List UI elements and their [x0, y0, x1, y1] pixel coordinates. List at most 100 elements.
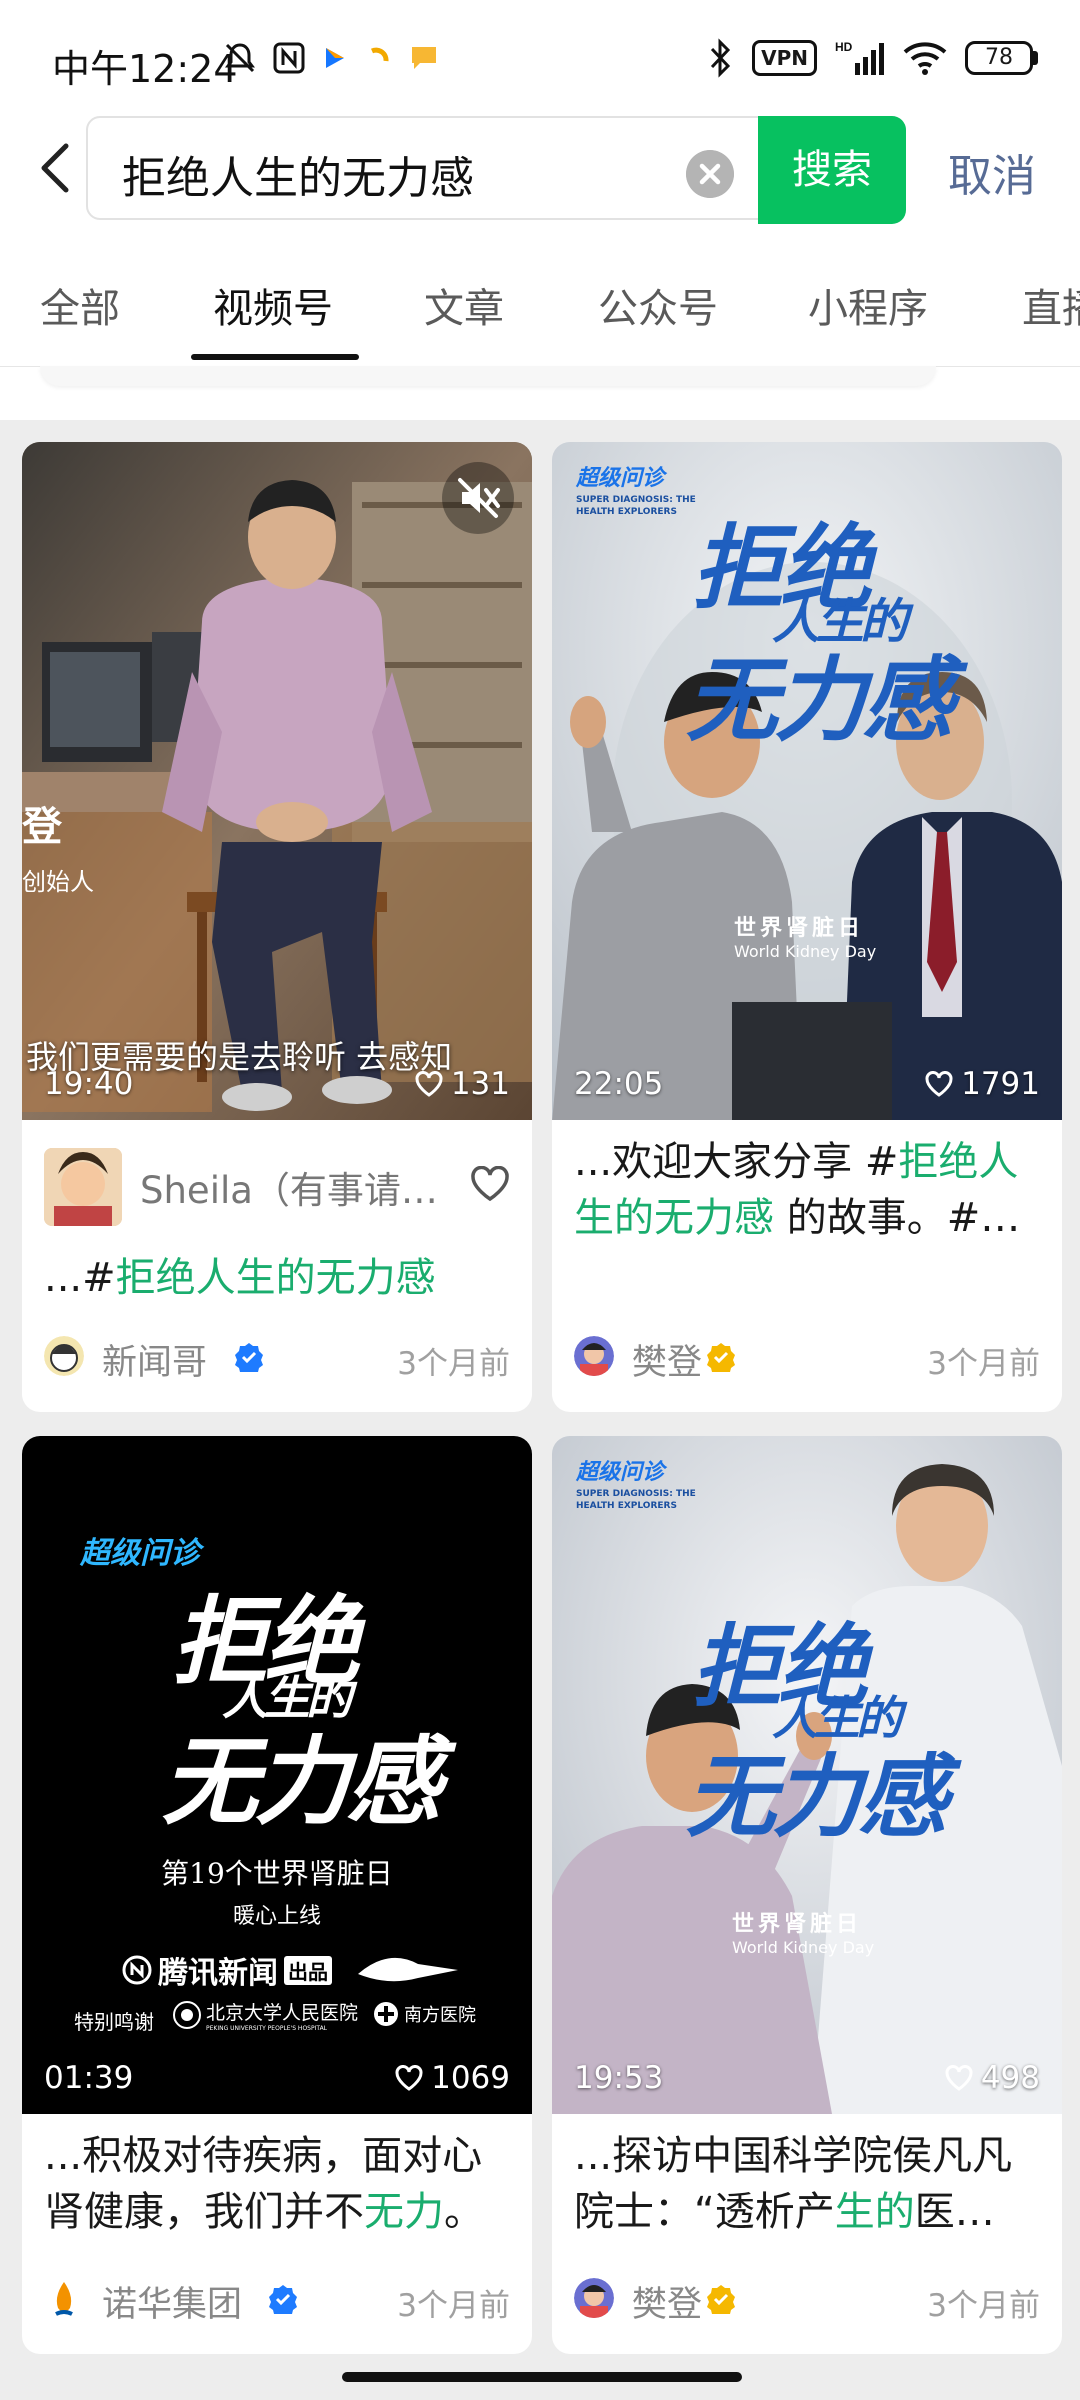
post-time: 3个月前 [397, 2288, 510, 2324]
video-thumbnail[interactable]: 超级问诊 拒绝 人生的 无力感 第19个世界肾脏日 暖心上线 腾讯新闻 出品 特… [22, 1436, 532, 2114]
bell-off-icon [225, 43, 255, 73]
show-logo-subtitle: SUPER DIAGNOSIS: THE HEALTH EXPLORERS [576, 1489, 696, 1511]
previous-result-card-edge [40, 366, 936, 386]
video-description[interactable]: ...探访中国科学院侯凡凡院士：“透析产生的医… [552, 2128, 1062, 2240]
description-text: ...欢迎大家分享 # [574, 1139, 899, 1185]
event-title-en: World Kidney Day [732, 1938, 875, 1957]
tab-official-accounts[interactable]: 公众号 [598, 276, 718, 334]
account-avatar [44, 2278, 84, 2318]
video-thumbnail[interactable]: 超级问诊 SUPER DIAGNOSIS: THE HEALTH EXPLORE… [552, 442, 1062, 1120]
verified-icon [707, 1343, 735, 1372]
account-row[interactable]: 诺华集团 3个月前 [44, 2274, 510, 2325]
tab-channels[interactable]: 视频号 [213, 276, 333, 334]
video-card[interactable]: 登 创始人 我们更需要的是去聆听 去感知 19:40 131 Sheila（有事… [22, 442, 532, 1412]
video-frame [22, 442, 532, 1120]
message-icon [412, 47, 436, 69]
account-row[interactable]: 樊登 3个月前 [574, 1332, 1040, 1383]
clear-icon[interactable] [686, 150, 734, 198]
like-count: 498 [945, 2060, 1040, 2096]
bluetooth-icon [711, 38, 731, 78]
like-count: 1069 [395, 2060, 510, 2096]
hospital-logo: 北京大学人民医院 PEKING UNIVERSITY PEOPLE'S HOSPI… [172, 1998, 358, 2032]
video-card[interactable]: 超级问诊 SUPER DIAGNOSIS: THE HEALTH EXPLORE… [552, 442, 1062, 1412]
heart-icon [415, 1071, 443, 1097]
verified-icon [269, 2285, 297, 2314]
tab-mini-programs[interactable]: 小程序 [808, 276, 928, 334]
account-name: 樊登 [632, 2285, 703, 2325]
search-bar: 拒绝人生的无力感 搜索 取消 [0, 112, 1080, 224]
like-count-value: 1791 [961, 1066, 1040, 1102]
account-row[interactable]: 新闻哥 3个月前 [44, 1332, 510, 1383]
back-arrow-icon[interactable] [34, 140, 84, 196]
show-logo: 超级问诊 [576, 466, 665, 491]
hospital-logo: 南方医院 [372, 2000, 476, 2028]
video-card[interactable]: 超级问诊 SUPER DIAGNOSIS: THE HEALTH EXPLORE… [552, 1436, 1062, 2354]
hospital-name-en: PEKING UNIVERSITY PEOPLE'S HOSPITAL [206, 2025, 328, 2032]
shared-by-row: Sheila（有事请… [22, 1120, 532, 1226]
partner-logo [358, 1957, 458, 1982]
category-tabs: 全部 视频号 文章 公众号 小程序 直播 [0, 258, 1080, 368]
system-icons: VPN HD 78 [708, 38, 1038, 78]
description-keyword: 无力 [364, 2189, 444, 2235]
heart-icon [925, 1071, 953, 1097]
hospital-emblem-icon [173, 2001, 201, 2029]
description-text: 的故事。#… [774, 1195, 1021, 1241]
heart-icon [945, 2065, 973, 2091]
hospital-emblem-icon [374, 2002, 398, 2026]
description-text: 医… [914, 2189, 995, 2235]
video-thumbnail[interactable]: 超级问诊 SUPER DIAGNOSIS: THE HEALTH EXPLORE… [552, 1436, 1062, 2114]
heart-icon[interactable] [470, 1166, 510, 1202]
search-input[interactable]: 拒绝人生的无力感 [122, 142, 474, 206]
app-icon-orange [370, 47, 389, 62]
tencent-news-icon [122, 1955, 152, 1985]
thumbnail-title-line3: 无力感 [686, 647, 954, 754]
home-indicator[interactable] [342, 2372, 742, 2382]
description-keyword: 拒绝人生的无力感 [115, 1255, 436, 1301]
post-time: 3个月前 [927, 1346, 1040, 1382]
heart-icon [395, 2065, 423, 2091]
event-line: 第19个世界肾脏日 [161, 1857, 393, 1890]
account-name: 樊登 [632, 1343, 703, 1383]
account-avatar [574, 2278, 614, 2318]
battery-icon: 78 [965, 41, 1038, 75]
search-button[interactable]: 搜索 [758, 116, 906, 224]
video-description[interactable]: ...欢迎大家分享 #拒绝人生的无力感 的故事。#… [552, 1134, 1062, 1246]
description-keyword: 生的 [834, 2189, 915, 2235]
video-duration: 19:53 [574, 2060, 664, 2096]
event-title-en: World Kidney Day [734, 942, 877, 961]
event-title: 世界肾脏日 [734, 916, 865, 941]
thanks-label: 特别鸣谢 [74, 2010, 154, 2034]
verified-icon [707, 2285, 735, 2314]
account-row[interactable]: 樊登 3个月前 [574, 2274, 1040, 2325]
video-description[interactable]: ...#拒绝人生的无力感 [22, 1250, 532, 1306]
post-time: 3个月前 [397, 1346, 510, 1382]
avatar [44, 1148, 122, 1226]
post-time: 3个月前 [927, 2288, 1040, 2324]
svg-text:HD: HD [835, 40, 853, 54]
video-duration: 19:40 [44, 1066, 134, 1102]
like-count: 1791 [925, 1066, 1040, 1102]
thumbnail-name-text: 登 [22, 804, 62, 850]
tab-live[interactable]: 直播 [1022, 276, 1080, 334]
like-count-value: 131 [450, 1066, 510, 1102]
account-avatar [574, 1336, 614, 1376]
hospital-name: 南方医院 [404, 2005, 476, 2026]
mute-icon[interactable] [442, 462, 514, 534]
tab-articles[interactable]: 文章 [424, 276, 504, 334]
notification-icons [222, 40, 440, 76]
video-card[interactable]: 超级问诊 拒绝 人生的 无力感 第19个世界肾脏日 暖心上线 腾讯新闻 出品 特… [22, 1436, 532, 2354]
search-field[interactable]: 拒绝人生的无力感 搜索 [86, 116, 906, 224]
thumbnail-title-line3: 无力感 [162, 1726, 442, 1838]
video-description[interactable]: ...积极对待疾病，面对心肾健康，我们并不无力。 [22, 2128, 532, 2240]
nfc-icon [273, 42, 305, 74]
tab-all[interactable]: 全部 [40, 276, 120, 334]
like-count: 131 [415, 1066, 510, 1102]
status-time: 中午12:24 [52, 47, 238, 91]
active-tab-indicator [191, 354, 359, 360]
video-thumbnail[interactable]: 登 创始人 我们更需要的是去聆听 去感知 19:40 131 [22, 442, 532, 1120]
cancel-button[interactable]: 取消 [948, 140, 1036, 204]
status-bar: 中午12:24 VPN HD 78 [0, 0, 1080, 110]
account-name: 诺华集团 [102, 2285, 243, 2325]
like-count-value: 498 [980, 2060, 1040, 2096]
description-text: 。 [444, 2189, 484, 2235]
